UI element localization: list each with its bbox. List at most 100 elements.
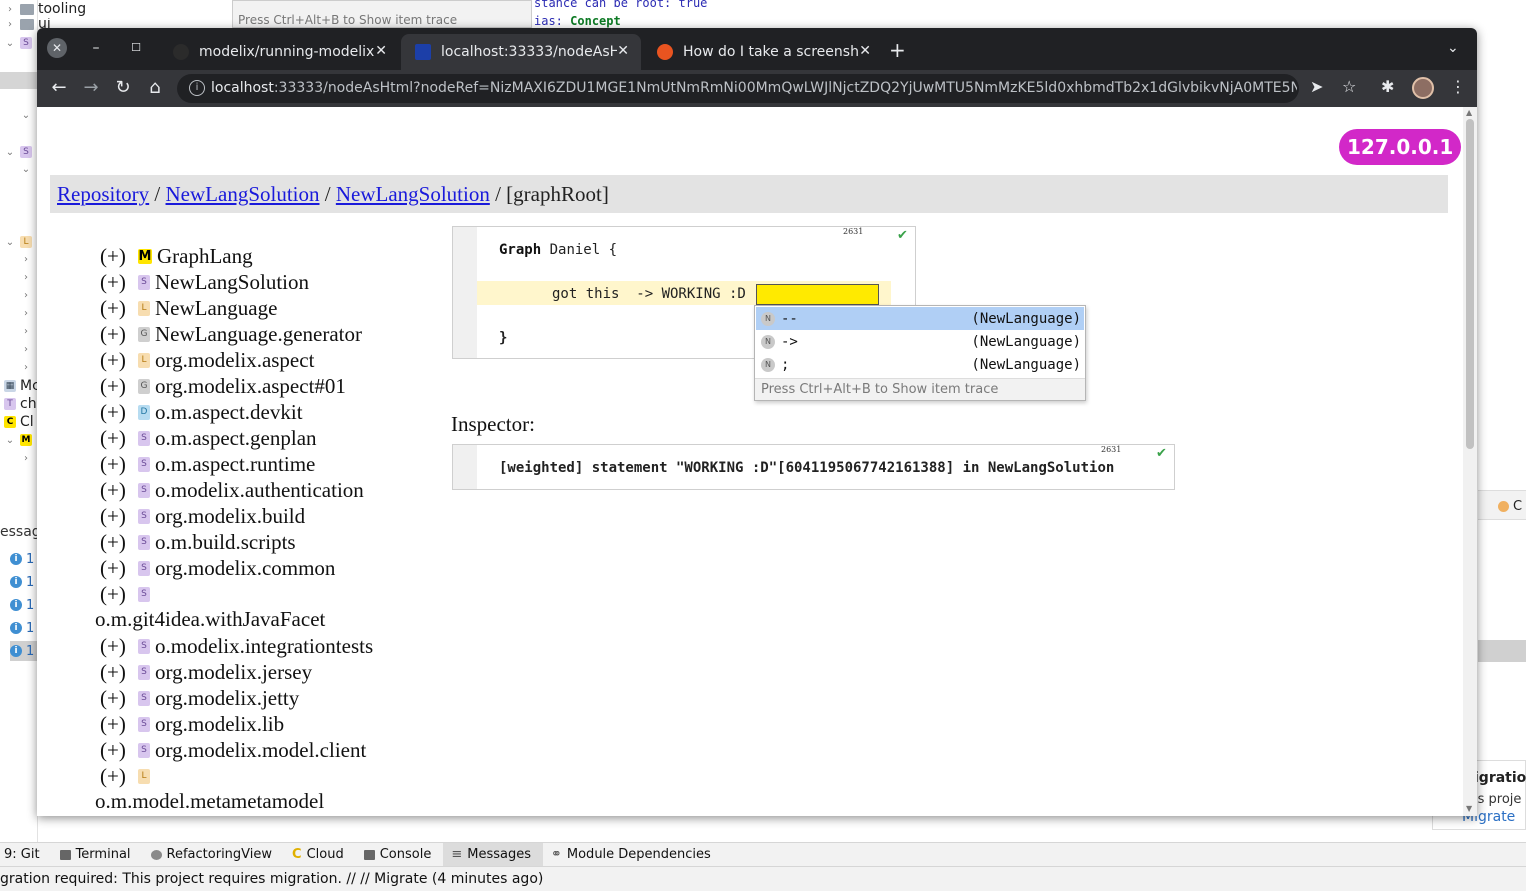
expand-button[interactable]: (+)	[100, 712, 138, 737]
completion-input-cell[interactable]	[756, 284, 879, 305]
chevron-down-icon[interactable]: ⌄	[4, 435, 16, 446]
tab-askubuntu[interactable]: How do I take a screensho ✕	[643, 34, 883, 70]
expand-button[interactable]: (+)	[100, 738, 138, 763]
new-tab-button[interactable]: +	[889, 38, 906, 62]
expand-button[interactable]: (+)	[100, 296, 138, 321]
address-bar[interactable]: i localhost:33333/nodeAsHtml?nodeRef=Niz…	[177, 74, 1299, 103]
module-item[interactable]: (+) Sorg.modelix.jersey	[100, 659, 312, 685]
module-item[interactable]: (+) Sorg.modelix.model.client	[100, 737, 366, 763]
toolwindow-console[interactable]: Console	[356, 843, 444, 867]
reload-button[interactable]: ↻	[111, 76, 135, 100]
toolwindow-refactoringview[interactable]: RefactoringView	[143, 843, 285, 867]
module-item[interactable]: (+) So.modelix.integrationtests	[100, 633, 373, 659]
tree-item-tooling[interactable]: › tooling	[4, 0, 86, 18]
window-minimize-button[interactable]: –	[87, 39, 105, 57]
expand-button[interactable]: (+)	[100, 374, 138, 399]
scroll-up-icon[interactable]: ▲	[1466, 108, 1472, 117]
toolwindow-module-dependencies[interactable]: ⚭ Module Dependencies	[543, 843, 723, 867]
toolwindow-git[interactable]: 9: Git	[0, 843, 52, 867]
home-button[interactable]: ⌂	[143, 76, 167, 100]
module-item[interactable]: (+) So.modelix.authentication	[100, 477, 364, 503]
message-row[interactable]: i1	[10, 572, 38, 592]
module-item[interactable]: (+) So.m.build.scripts	[100, 529, 296, 555]
chevron-down-icon[interactable]: ⌄	[20, 110, 32, 121]
scroll-down-icon[interactable]: ▼	[1466, 804, 1472, 813]
completion-item[interactable]: N -- (NewLanguage)	[756, 307, 1084, 330]
tab-close-icon[interactable]: ✕	[617, 43, 629, 59]
expand-button[interactable]: (+)	[100, 764, 138, 789]
chevron-right-icon[interactable]: ›	[20, 362, 32, 373]
expand-button[interactable]: (+)	[100, 660, 138, 685]
forward-button[interactable]: →	[79, 76, 103, 100]
chevron-right-icon[interactable]: ›	[20, 254, 32, 265]
site-info-icon[interactable]: i	[189, 80, 205, 96]
module-item[interactable]: (+) Do.m.aspect.devkit	[100, 399, 303, 425]
tab-close-icon[interactable]: ✕	[859, 43, 871, 59]
module-item[interactable]: (+) So.m.aspect.genplan	[100, 425, 317, 451]
tree-item-solution-2[interactable]: ⌄ S	[4, 143, 32, 161]
inspector-text[interactable]: [weighted] statement "WORKING :D"[604119…	[499, 460, 1114, 476]
ide-right-tab[interactable]: C	[1478, 490, 1526, 520]
tree-chevron[interactable]: ›	[20, 340, 32, 358]
module-item[interactable]: (+) Gorg.modelix.aspect#01	[100, 373, 346, 399]
tree-chevron[interactable]: ›	[20, 268, 32, 286]
inspector-editor[interactable]: 2631 ✔ [weighted] statement "WORKING :D"…	[452, 444, 1175, 490]
tab-github[interactable]: modelix/running-modelix ✕	[159, 34, 399, 70]
tab-localhost[interactable]: localhost:33333/nodeAsH ✕	[401, 34, 641, 70]
send-icon[interactable]: ➤	[1310, 77, 1323, 96]
chevron-right-icon[interactable]: ›	[20, 308, 32, 319]
module-item[interactable]: (+) G NewLanguage.generator	[100, 321, 362, 347]
module-name[interactable]: o.m.git4idea.withJavaFacet	[95, 607, 325, 632]
expand-button[interactable]: (+)	[100, 582, 138, 607]
editor-line[interactable]: Graph Daniel {	[499, 242, 617, 258]
menu-icon[interactable]: ⋮	[1450, 77, 1466, 96]
expand-button[interactable]: (+)	[100, 322, 138, 347]
expand-button[interactable]: (+)	[100, 530, 138, 555]
module-item[interactable]: (+) L NewLanguage	[100, 295, 277, 321]
tree-item-models[interactable]: ▦ Mc	[4, 377, 40, 395]
chevron-right-icon[interactable]: ›	[20, 290, 32, 301]
scrollbar-thumb[interactable]	[1466, 119, 1474, 449]
expand-button[interactable]: (+)	[100, 478, 138, 503]
tree-item-language[interactable]: ⌄ L	[4, 233, 32, 251]
url-text[interactable]: localhost:33333/nodeAsHtml?nodeRef=NizMA…	[211, 80, 1297, 96]
star-icon[interactable]: ☆	[1342, 77, 1356, 96]
expand-button[interactable]: (+)	[100, 244, 138, 269]
module-item[interactable]: (+) M GraphLang	[100, 243, 253, 269]
expand-button[interactable]: (+)	[100, 426, 138, 451]
message-row-selected[interactable]: i1	[10, 641, 38, 661]
tree-chevron[interactable]: ›	[20, 358, 32, 376]
expand-button[interactable]: (+)	[100, 348, 138, 373]
tree-chevron[interactable]: ›	[20, 286, 32, 304]
window-close-button[interactable]: ✕	[47, 38, 67, 58]
expand-button[interactable]: (+)	[100, 504, 138, 529]
status-text[interactable]: gration required: This project requires …	[0, 871, 543, 887]
message-row[interactable]: i1	[10, 618, 38, 638]
expand-button[interactable]: (+)	[100, 270, 138, 295]
chevron-right-icon[interactable]: ›	[4, 19, 16, 30]
tree-chevron[interactable]: ⌄	[20, 106, 32, 124]
completion-item[interactable]: N ; (NewLanguage)	[756, 353, 1084, 376]
editor-line[interactable]: }	[499, 330, 507, 346]
module-item[interactable]: (+) Sorg.modelix.lib	[100, 711, 284, 737]
breadcrumb-model-link[interactable]: NewLangSolution	[336, 182, 490, 206]
module-item[interactable]: (+) Sorg.modelix.build	[100, 503, 305, 529]
tree-chevron[interactable]: ›	[20, 322, 32, 340]
page-scrollbar[interactable]: ▲ ▼	[1463, 107, 1477, 816]
module-item[interactable]: (+) Sorg.modelix.jetty	[100, 685, 299, 711]
toolwindow-terminal[interactable]: Terminal	[52, 843, 143, 867]
message-row[interactable]: i1	[10, 549, 38, 569]
tree-chevron[interactable]: ›	[20, 304, 32, 322]
expand-button[interactable]: (+)	[100, 452, 138, 477]
tree-chevron[interactable]: ⌄	[20, 160, 32, 178]
chevron-down-icon[interactable]: ⌄	[4, 237, 16, 248]
chevron-down-icon[interactable]: ⌄	[4, 147, 16, 158]
chevron-right-icon[interactable]: ›	[20, 453, 32, 464]
toolwindow-messages[interactable]: ≡ Messages	[443, 842, 543, 867]
extensions-icon[interactable]: ✱	[1381, 77, 1394, 96]
module-item[interactable]: (+) S	[100, 581, 155, 607]
tab-close-icon[interactable]: ✕	[375, 43, 387, 59]
expand-button[interactable]: (+)	[100, 686, 138, 711]
back-button[interactable]: ←	[47, 76, 71, 100]
tree-item-ch[interactable]: T ch	[4, 395, 37, 413]
